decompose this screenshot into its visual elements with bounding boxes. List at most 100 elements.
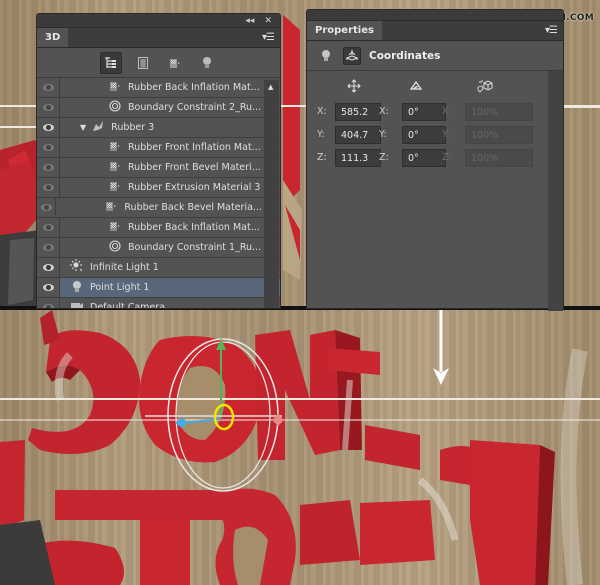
rotation-y-field[interactable]: 0° (402, 126, 446, 144)
close-icon[interactable]: ✕ (264, 16, 272, 26)
scale-y-field: 100% (465, 126, 533, 144)
axis-label: X: (317, 106, 327, 117)
eye-icon[interactable] (42, 84, 54, 91)
point-light-icon (70, 280, 84, 296)
axis-label: Y: (442, 129, 450, 140)
layer-row[interactable]: Infinite Light 1 (37, 258, 280, 278)
visibility-toggle[interactable] (37, 298, 60, 308)
layer-label: Rubber Front Inflation Mat... (128, 142, 261, 153)
eye-icon[interactable] (42, 284, 54, 291)
disclosure-triangle-icon[interactable]: ▼ (80, 123, 86, 132)
visibility-toggle[interactable] (37, 278, 60, 297)
layer-content[interactable]: ▼ Rubber 3 (60, 118, 280, 137)
layer-content[interactable]: Rubber Back Inflation Mat... (60, 218, 280, 237)
scroll-up-arrow-icon[interactable]: ▲ (268, 83, 273, 91)
layer-row[interactable]: Rubber Extrusion Material 3 (37, 178, 280, 198)
position-z-field[interactable]: 111.3 (335, 149, 381, 167)
properties-panel: Properties ▾☰ Coordinates X: 585.2 Y: 404.7… (306, 9, 564, 311)
panel-menu-icon[interactable]: ▾☰ (262, 32, 275, 43)
visibility-toggle[interactable] (37, 178, 60, 197)
layer-content[interactable]: Infinite Light 1 (60, 258, 280, 277)
coordinates-icon[interactable] (343, 46, 361, 65)
scale-icon (477, 79, 493, 98)
rotate-icon (409, 79, 423, 93)
layer-row[interactable]: Rubber Back Bevel Materia... (37, 198, 280, 218)
visibility-toggle[interactable] (37, 98, 60, 117)
double-chevron-left-icon[interactable]: ◂◂ (245, 16, 254, 26)
material-icon (108, 220, 122, 235)
coordinates-fields: X: 585.2 Y: 404.7 Z: 111.3 X: 0° Y: 0° Z: 0° X: 100% Y… (307, 71, 563, 311)
layer-row[interactable]: Rubber Front Inflation Mat... (37, 138, 280, 158)
layer-content[interactable]: Rubber Front Inflation Mat... (60, 138, 280, 157)
position-y-field[interactable]: 404.7 (335, 126, 381, 144)
layer-row[interactable]: Rubber Front Bevel Materi... (37, 158, 280, 178)
properties-scrollbar[interactable] (548, 71, 563, 311)
layer-content[interactable]: Boundary Constraint 1_Ru... (60, 238, 280, 257)
layer-content[interactable]: Rubber Front Bevel Materi... (60, 158, 280, 177)
material-icon (108, 180, 122, 195)
panel-3d-titlebar: ◂◂ ✕ (37, 14, 280, 28)
layer-row[interactable]: Boundary Constraint 1_Ru... (37, 238, 280, 258)
material-icon (108, 160, 122, 175)
material-icon (108, 140, 122, 155)
scene-tree-icon[interactable] (99, 51, 122, 74)
properties-title: Coordinates (369, 49, 441, 62)
visibility-toggle[interactable] (37, 198, 57, 217)
eye-icon[interactable] (42, 224, 54, 231)
mesh-icon[interactable] (132, 52, 154, 74)
scale-x-field: 100% (465, 103, 533, 121)
eye-icon[interactable] (42, 164, 54, 171)
layer-scrollbar[interactable]: ▲ (264, 80, 279, 308)
visibility-toggle[interactable] (37, 238, 60, 257)
visibility-toggle[interactable] (37, 258, 60, 277)
visibility-toggle[interactable] (37, 118, 60, 137)
eye-icon[interactable] (42, 304, 54, 308)
axis-label: Z: (442, 152, 452, 163)
layer-row[interactable]: Rubber Back Inflation Mat... (37, 218, 280, 238)
eye-icon[interactable] (42, 104, 54, 111)
eye-icon[interactable] (40, 204, 52, 211)
layer-content[interactable]: Boundary Constraint 2_Ru... (60, 98, 280, 117)
panel-properties-tabbar: Properties ▾☰ (307, 21, 563, 41)
layer-row[interactable]: Boundary Constraint 2_Ru... (37, 98, 280, 118)
layer-label: Rubber 3 (111, 122, 155, 133)
layer-content[interactable]: Rubber Back Bevel Materia... (56, 198, 280, 217)
eye-icon[interactable] (42, 264, 54, 271)
material-icon[interactable] (164, 52, 186, 74)
tab-properties[interactable]: Properties (307, 21, 382, 40)
eye-icon[interactable] (42, 144, 54, 151)
eye-icon[interactable] (42, 124, 54, 131)
visibility-toggle[interactable] (37, 218, 60, 237)
layer-row[interactable]: Rubber Back Inflation Mat... (37, 78, 280, 98)
scale-z-field: 100% (465, 149, 533, 167)
panel-menu-icon[interactable]: ▾☰ (545, 25, 558, 36)
light-bulb-icon[interactable] (317, 47, 335, 65)
infinite-light-icon (70, 259, 84, 276)
rotation-x-field[interactable]: 0° (402, 103, 446, 121)
visibility-toggle[interactable] (37, 78, 60, 97)
light-bulb-icon[interactable] (196, 52, 218, 74)
axis-label: X: (379, 106, 389, 117)
layer-content[interactable]: Default Camera (60, 298, 280, 308)
3d-panel: ◂◂ ✕ 3D ▾☰ Rubber Back Inflation Mat... B… (36, 13, 281, 309)
camera-icon (70, 301, 84, 308)
rotation-z-field[interactable]: 0° (402, 149, 446, 167)
layer-label: Rubber Extrusion Material 3 (128, 182, 261, 193)
material-icon (108, 80, 122, 95)
tab-3d[interactable]: 3D (37, 28, 69, 47)
layer-row[interactable]: Default Camera (37, 298, 280, 308)
layer-label: Rubber Back Bevel Materia... (124, 202, 262, 213)
panel-3d-tabbar: 3D ▾☰ (37, 28, 280, 48)
visibility-toggle[interactable] (37, 158, 60, 177)
scene-layer-list: Rubber Back Inflation Mat... Boundary Con… (37, 78, 280, 308)
layer-content[interactable]: Rubber Back Inflation Mat... (60, 78, 280, 97)
eye-icon[interactable] (42, 244, 54, 251)
position-x-field[interactable]: 585.2 (335, 103, 381, 121)
layer-content[interactable]: Point Light 1 (60, 278, 280, 297)
layer-label: Infinite Light 1 (90, 262, 159, 273)
visibility-toggle[interactable] (37, 138, 60, 157)
layer-content[interactable]: Rubber Extrusion Material 3 (60, 178, 280, 197)
layer-row[interactable]: Point Light 1 (37, 278, 280, 298)
layer-row[interactable]: ▼ Rubber 3 (37, 118, 280, 138)
eye-icon[interactable] (42, 184, 54, 191)
